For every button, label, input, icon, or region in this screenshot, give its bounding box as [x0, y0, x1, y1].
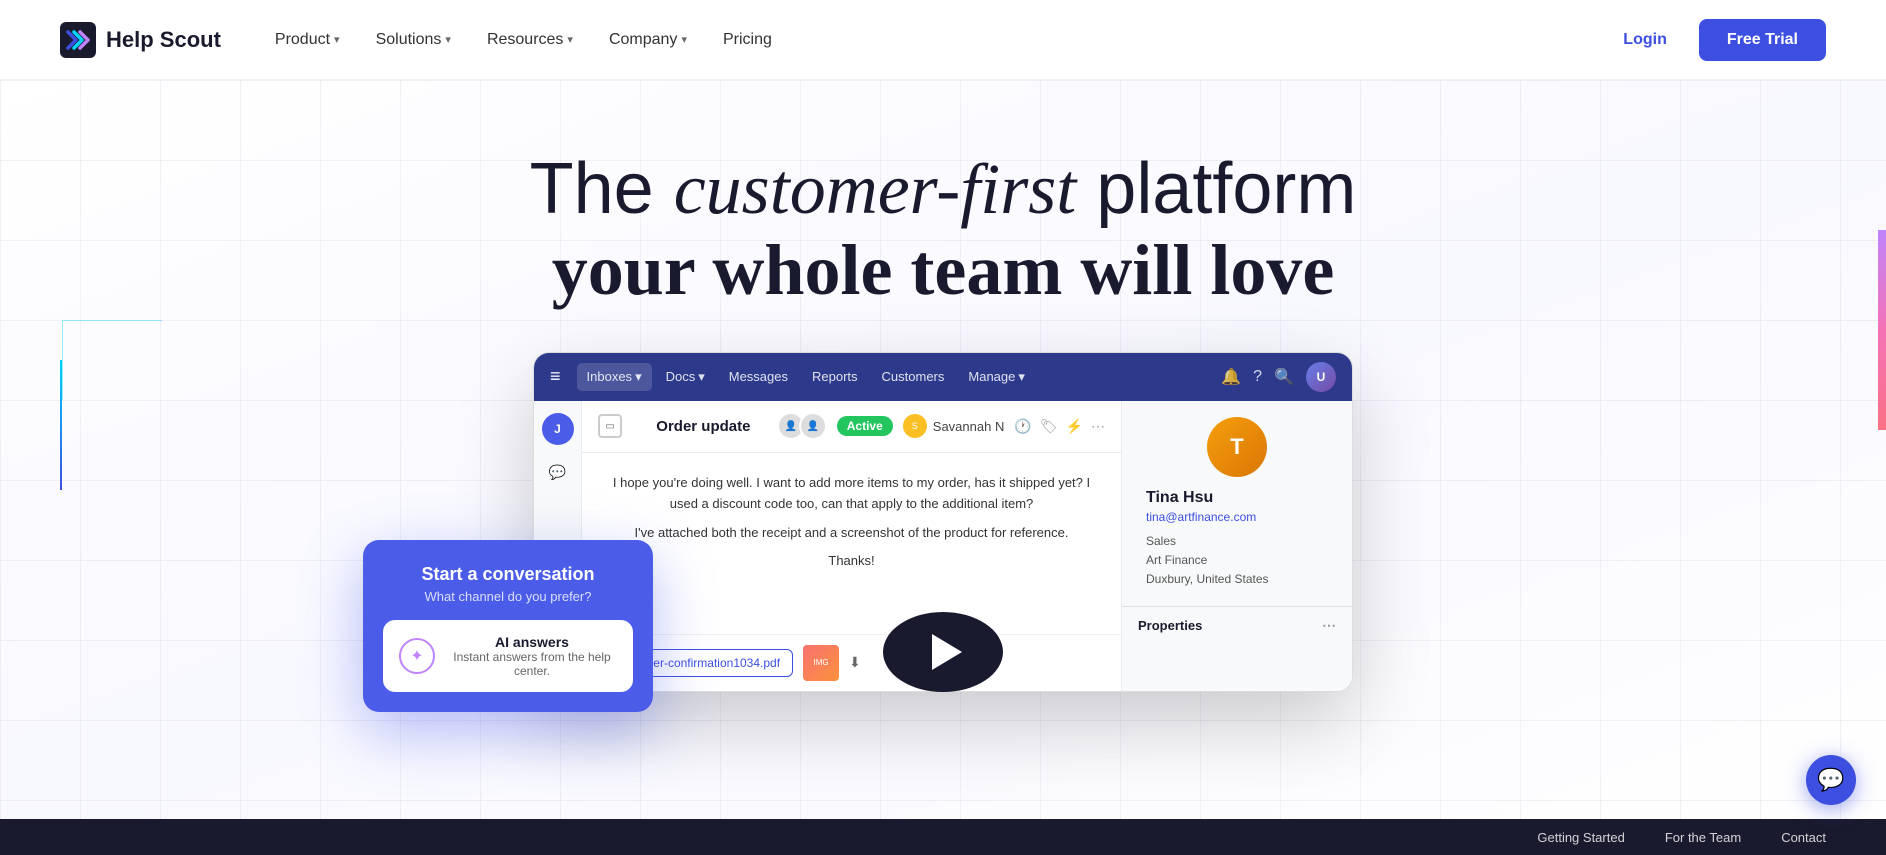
chevron-icon: ▾ [635, 369, 642, 385]
conversation-actions: 🕐 🏷 ⚡ ⋯ [1014, 418, 1105, 435]
video-play-overlay[interactable] [883, 612, 1003, 692]
app-nav-inboxes[interactable]: Inboxes ▾ [577, 363, 652, 391]
chevron-down-icon: ▾ [445, 33, 451, 46]
nav-item-resources[interactable]: Resources ▾ [473, 23, 587, 57]
helpscout-logo-icon [60, 22, 96, 58]
clock-icon[interactable]: 🕐 [1014, 418, 1031, 435]
app-navbar: ≡ Inboxes ▾ Docs ▾ Messages Reports Cust… [534, 353, 1352, 401]
chat-bubble-icon: 💬 [1817, 767, 1844, 793]
chevron-icon: ▾ [698, 369, 705, 385]
accent-line-right [1878, 230, 1886, 430]
tag-icon[interactable]: 🏷 [1040, 418, 1058, 435]
attachment-area: 📄 order-confirmation1034.pdf IMG ⬇ [582, 634, 1121, 691]
chevron-icon: ▾ [1018, 369, 1025, 385]
bottom-link-for-team[interactable]: For the Team [1665, 830, 1741, 845]
nav-company-label: Company [609, 31, 677, 49]
nav-right: Login Free Trial [1607, 19, 1826, 61]
customer-panel: T Tina Hsu tina@artfinance.com Sales Art… [1122, 401, 1352, 691]
nav-resources-label: Resources [487, 31, 563, 49]
bell-icon[interactable]: 🔔 [1221, 367, 1241, 387]
hero-section: The customer-first platform your whole t… [0, 80, 1886, 840]
app-logo-icon: ≡ [550, 366, 561, 387]
sidebar-initial-avatar: J [542, 413, 574, 445]
hero-line2: your whole team will love [493, 229, 1393, 312]
app-preview: Start a conversation What channel do you… [393, 352, 1493, 692]
ai-icon: ✦ [399, 638, 435, 674]
floating-card-subtitle: What channel do you prefer? [383, 589, 633, 604]
chat-bubble-button[interactable]: 💬 [1806, 755, 1856, 805]
chevron-down-icon: ▾ [334, 33, 340, 46]
nav-links: Product ▾ Solutions ▾ Resources ▾ Compan… [261, 23, 1607, 57]
accent-decoration-left [62, 320, 162, 400]
floating-conversation-card: Start a conversation What channel do you… [363, 540, 653, 712]
nav-item-pricing[interactable]: Pricing [709, 23, 786, 57]
customer-profile: T Tina Hsu tina@artfinance.com Sales Art… [1122, 401, 1352, 606]
customer-department: Sales [1146, 532, 1336, 551]
nav-pricing-label: Pricing [723, 31, 772, 49]
message-thanks: Thanks! [602, 551, 1101, 572]
conversation-avatars: 👤 👤 [777, 412, 827, 440]
user-avatar[interactable]: U [1306, 362, 1336, 392]
app-nav-messages[interactable]: Messages [719, 363, 798, 390]
customer-email[interactable]: tina@artfinance.com [1146, 510, 1336, 524]
app-nav-docs[interactable]: Docs ▾ [656, 363, 715, 391]
nav-item-company[interactable]: Company ▾ [595, 23, 701, 57]
free-trial-button[interactable]: Free Trial [1699, 19, 1826, 61]
bottom-link-contact[interactable]: Contact [1781, 830, 1826, 845]
hero-line1: The customer-first platform [493, 150, 1393, 229]
nav-product-label: Product [275, 31, 330, 49]
status-badge: Active [837, 416, 893, 436]
assignee-info: S Savannah N [903, 414, 1005, 438]
floating-card-inner: ✦ AI answers Instant answers from the he… [383, 620, 633, 692]
conversation-type-icon: ▭ [598, 414, 622, 438]
login-button[interactable]: Login [1607, 23, 1683, 57]
properties-more-icon[interactable]: ⋯ [1322, 617, 1336, 634]
attachment-thumbnail: IMG [803, 645, 839, 681]
conversation-header: ▭ Order update 👤 👤 Active S Savannah N [582, 401, 1121, 453]
app-nav-manage[interactable]: Manage ▾ [958, 363, 1035, 391]
customer-name: Tina Hsu [1146, 489, 1336, 507]
sidebar-icon-bubble[interactable]: 💬 [542, 457, 574, 489]
nav-item-solutions[interactable]: Solutions ▾ [362, 23, 465, 57]
message-text-1: I hope you're doing well. I want to add … [602, 473, 1101, 515]
app-nav-reports[interactable]: Reports [802, 363, 868, 390]
conversation-title: Order update [630, 418, 777, 435]
accent-line-left [60, 360, 62, 490]
properties-label: Properties [1138, 618, 1202, 633]
hero-italic: customer-first [674, 149, 1077, 229]
conversation-body: I hope you're doing well. I want to add … [582, 453, 1121, 634]
ai-card-title: AI answers [447, 634, 617, 650]
logo-text: Help Scout [106, 27, 221, 53]
properties-header: Properties ⋯ [1122, 606, 1352, 640]
avatar-agent: 👤 [799, 412, 827, 440]
customer-location: Duxbury, United States [1146, 570, 1336, 589]
lightning-icon[interactable]: ⚡ [1066, 418, 1083, 435]
assignee-avatar: S [903, 414, 927, 438]
chevron-down-icon: ▾ [681, 33, 687, 46]
customer-avatar-large: T [1207, 417, 1267, 477]
app-nav-customers[interactable]: Customers [872, 363, 955, 390]
app-nav-icons: 🔔 ? 🔍 U [1221, 362, 1336, 392]
bottom-bar: Getting Started For the Team Contact [0, 819, 1886, 855]
nav-solutions-label: Solutions [376, 31, 442, 49]
hero-title: The customer-first platform your whole t… [493, 150, 1393, 312]
navbar: Help Scout Product ▾ Solutions ▾ Resourc… [0, 0, 1886, 80]
help-icon[interactable]: ? [1253, 368, 1262, 386]
ai-card-text: AI answers Instant answers from the help… [447, 634, 617, 678]
attachment-name: order-confirmation1034.pdf [636, 656, 780, 670]
chevron-down-icon: ▾ [567, 33, 573, 46]
ai-card-subtitle: Instant answers from the help center. [447, 650, 617, 678]
search-icon[interactable]: 🔍 [1274, 367, 1294, 387]
download-icon[interactable]: ⬇ [849, 654, 861, 671]
customer-company: Art Finance [1146, 551, 1336, 570]
more-icon[interactable]: ⋯ [1091, 418, 1105, 435]
bottom-link-getting-started[interactable]: Getting Started [1537, 830, 1624, 845]
logo-link[interactable]: Help Scout [60, 22, 221, 58]
assignee-name: Savannah N [933, 419, 1005, 434]
message-text-2: I've attached both the receipt and a scr… [602, 523, 1101, 544]
floating-card-title: Start a conversation [383, 564, 633, 585]
play-icon [932, 634, 962, 670]
conversation-main: ▭ Order update 👤 👤 Active S Savannah N [582, 401, 1122, 691]
nav-item-product[interactable]: Product ▾ [261, 23, 354, 57]
